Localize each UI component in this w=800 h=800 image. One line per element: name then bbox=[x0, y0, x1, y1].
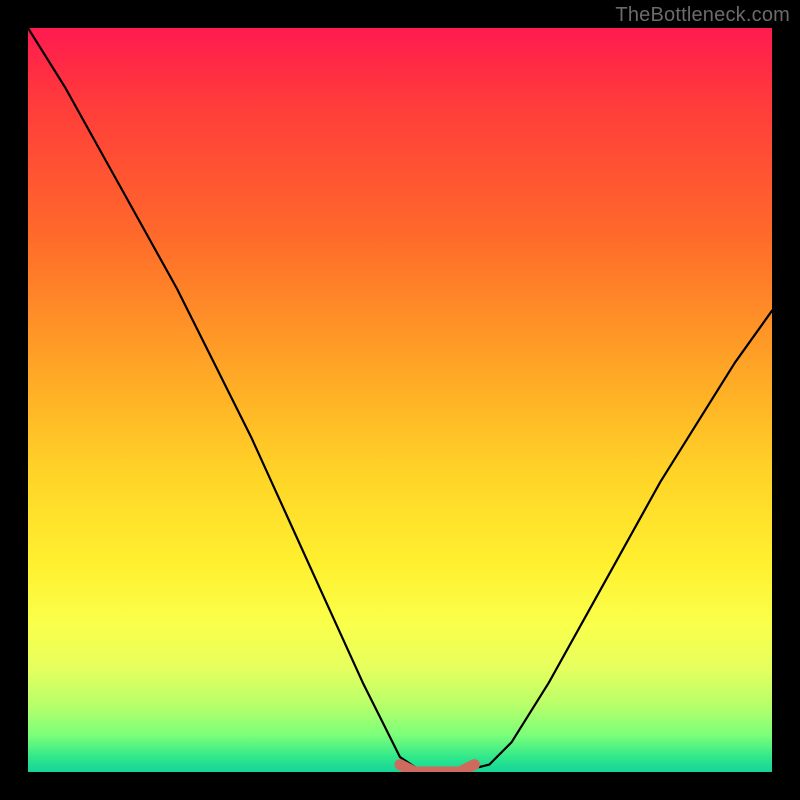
plot-area bbox=[28, 28, 772, 772]
watermark-text: TheBottleneck.com bbox=[615, 4, 790, 27]
bottleneck-curve bbox=[28, 28, 772, 772]
chart-frame: TheBottleneck.com bbox=[0, 0, 800, 800]
valley-highlight bbox=[400, 765, 474, 772]
curve-layer bbox=[28, 28, 772, 772]
